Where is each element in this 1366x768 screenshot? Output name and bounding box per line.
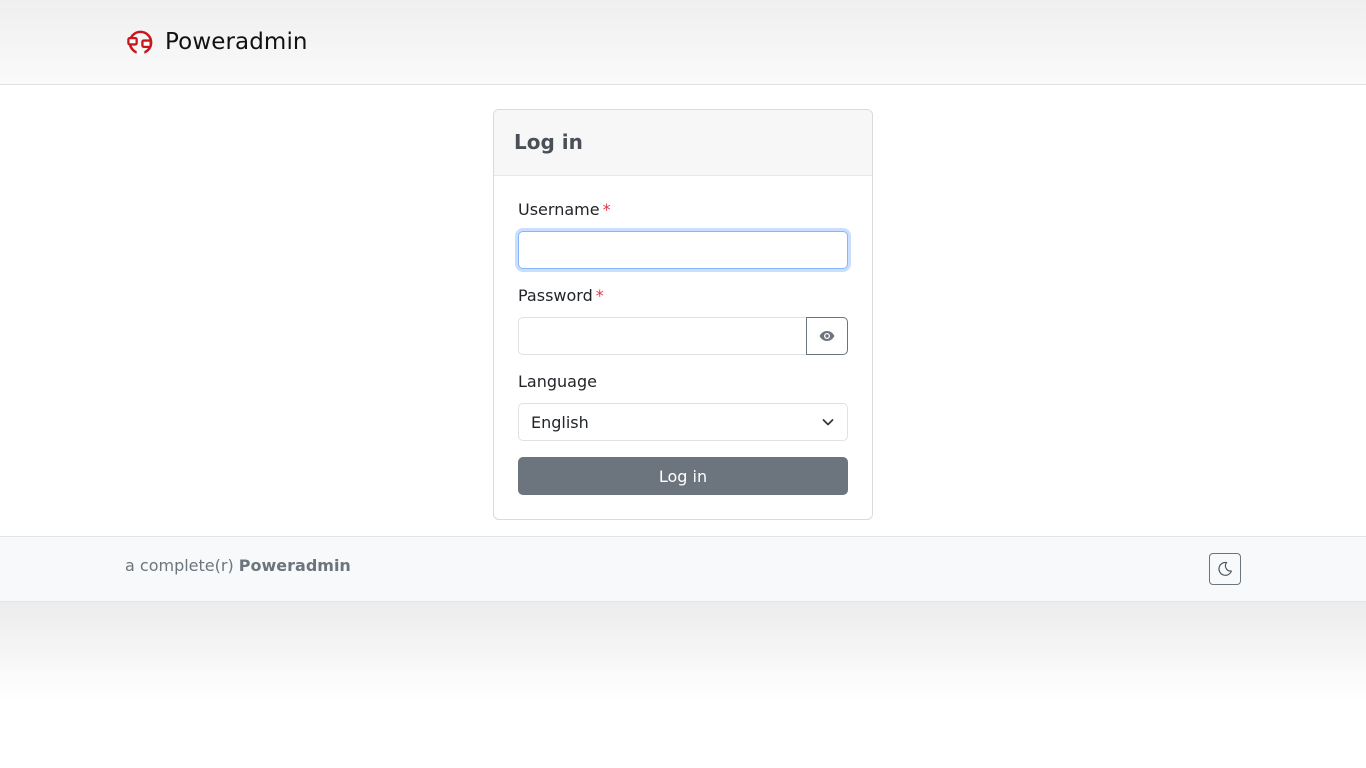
- password-group: [518, 317, 848, 355]
- footer-prefix: a complete(r): [125, 556, 234, 575]
- login-card: Log in Username * Password * Language Engl…: [493, 109, 873, 520]
- language-label: Language: [518, 372, 597, 391]
- language-select[interactable]: English: [518, 403, 848, 441]
- theme-toggle-button[interactable]: [1209, 553, 1241, 585]
- language-selected-value: English: [531, 412, 589, 432]
- show-password-button[interactable]: [806, 317, 848, 355]
- moon-icon: [1218, 561, 1232, 576]
- chevron-down-icon: [822, 419, 834, 426]
- password-label: Password *: [518, 286, 604, 305]
- username-label-text: Username: [518, 200, 600, 219]
- poweradmin-logo-icon: [127, 30, 153, 55]
- top-navbar: Poweradmin: [0, 0, 1366, 85]
- required-marker: *: [595, 286, 604, 305]
- page-background: [0, 602, 1366, 702]
- login-card-header: Log in: [494, 110, 872, 176]
- login-button[interactable]: Log in: [518, 457, 848, 495]
- login-title: Log in: [514, 130, 583, 154]
- brand-name: Poweradmin: [165, 29, 308, 55]
- password-input[interactable]: [518, 317, 807, 355]
- username-label: Username *: [518, 200, 611, 219]
- eye-icon: [819, 331, 835, 341]
- footer-text: a complete(r) Poweradmin: [125, 556, 351, 575]
- footer-product-link[interactable]: Poweradmin: [239, 556, 351, 575]
- footer: a complete(r) Poweradmin: [0, 536, 1366, 602]
- brand-link[interactable]: Poweradmin: [126, 26, 308, 58]
- username-input[interactable]: [518, 231, 848, 269]
- password-label-text: Password: [518, 286, 593, 305]
- required-marker: *: [602, 200, 611, 219]
